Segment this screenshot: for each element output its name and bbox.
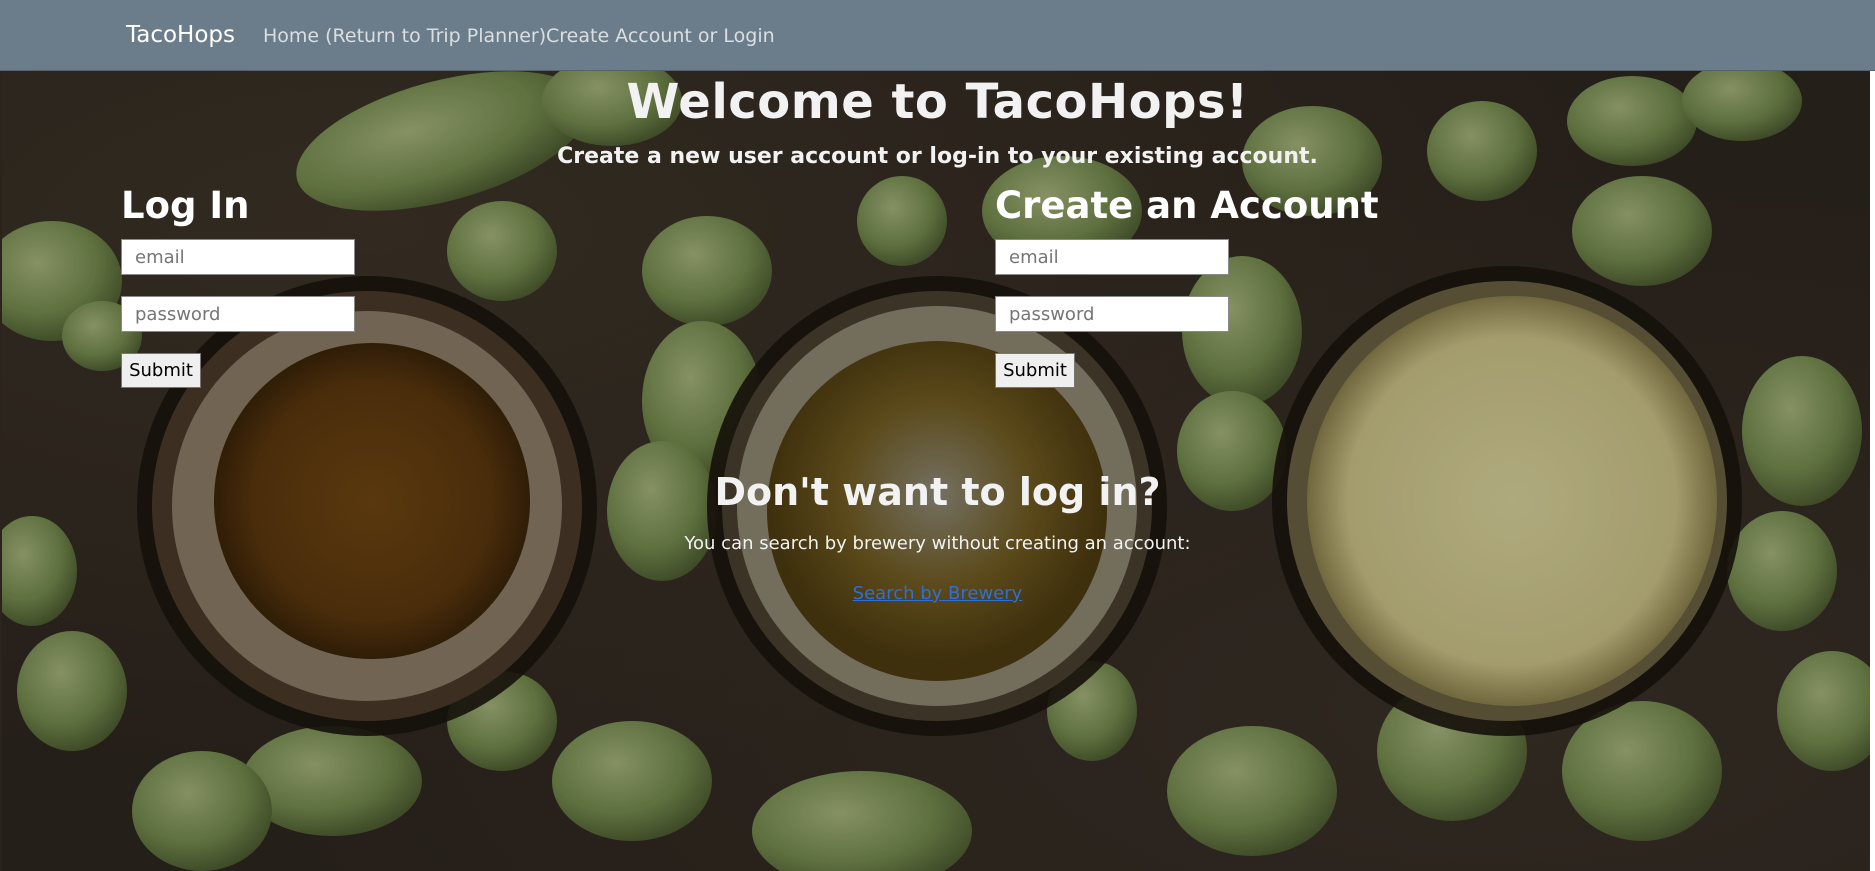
search-by-brewery-link[interactable]: Search by Brewery (853, 583, 1023, 604)
page-subtitle: Create a new user account or log-in to y… (557, 144, 1318, 169)
guest-heading: Don't want to log in? (714, 470, 1161, 514)
page-title: Welcome to TacoHops! (626, 74, 1249, 130)
login-email-field[interactable] (121, 239, 355, 275)
create-email-field[interactable] (995, 239, 1229, 275)
nav-link-home[interactable]: Home (Return to Trip Planner) (263, 25, 546, 47)
create-submit-button[interactable]: Submit (995, 353, 1075, 388)
guest-description: You can search by brewery without creati… (684, 533, 1191, 554)
top-navbar: TacoHops Home (Return to Trip Planner) C… (0, 0, 1875, 71)
create-password-field[interactable] (995, 296, 1229, 332)
brand-logo[interactable]: TacoHops (126, 22, 235, 48)
login-password-field[interactable] (121, 296, 355, 332)
login-heading: Log In (121, 184, 250, 227)
login-submit-button[interactable]: Submit (121, 353, 201, 388)
search-by-brewery-container: Search by Brewery (0, 583, 1875, 604)
create-account-heading: Create an Account (995, 184, 1379, 227)
nav-link-create-account-login[interactable]: Create Account or Login (546, 25, 775, 47)
